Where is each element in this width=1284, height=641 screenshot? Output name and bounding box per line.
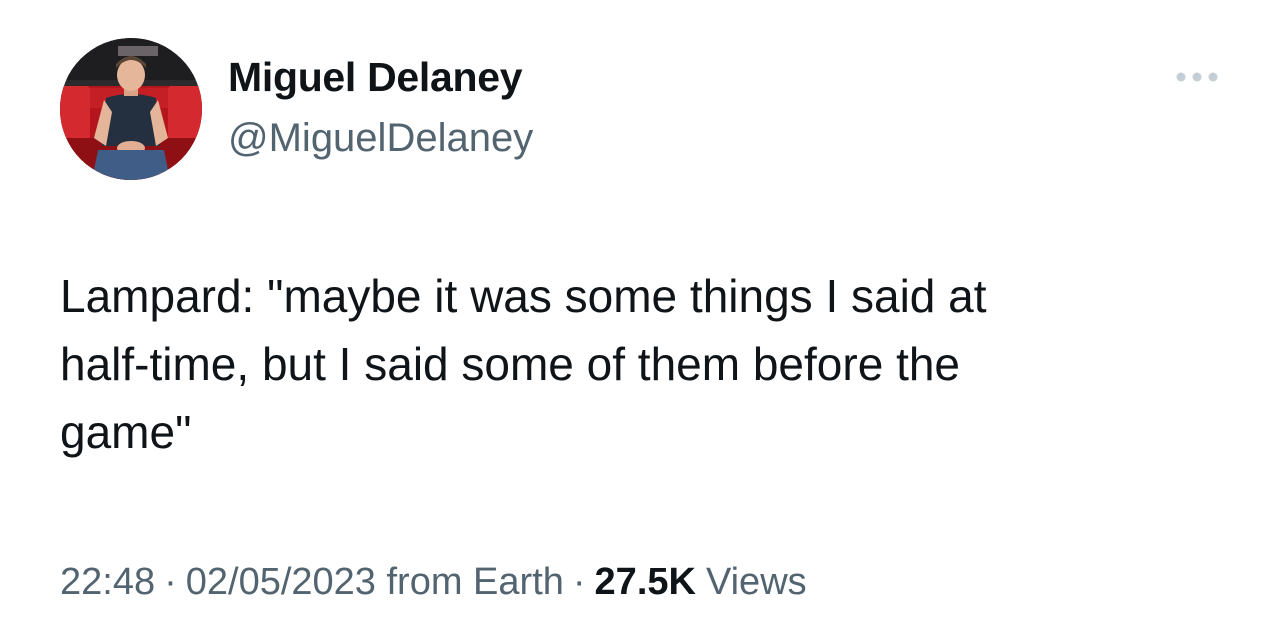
more-options-button[interactable] (1172, 62, 1222, 92)
tweet-text: Lampard: "maybe it was some things I sai… (60, 270, 987, 458)
tweet-meta: 22:48 · 02/05/2023 from Earth · 27.5K Views (60, 554, 807, 610)
views-count[interactable]: 27.5K (595, 561, 696, 603)
tweet-time[interactable]: 22:48 (60, 561, 155, 603)
tweet-date[interactable]: 02/05/2023 (186, 561, 376, 603)
tweet-card: Miguel Delaney @MiguelDelaney Lampard: "… (0, 0, 1284, 641)
views-label[interactable]: Views (706, 561, 807, 603)
more-dots-icon (1176, 72, 1218, 82)
avatar[interactable] (60, 38, 202, 180)
meta-separator: · (164, 561, 177, 603)
avatar-photo (60, 38, 202, 180)
author-name[interactable]: Miguel Delaney (228, 54, 523, 101)
author-handle[interactable]: @MiguelDelaney (228, 116, 533, 161)
tweet-source: from Earth (386, 561, 564, 603)
meta-separator: · (572, 561, 586, 603)
